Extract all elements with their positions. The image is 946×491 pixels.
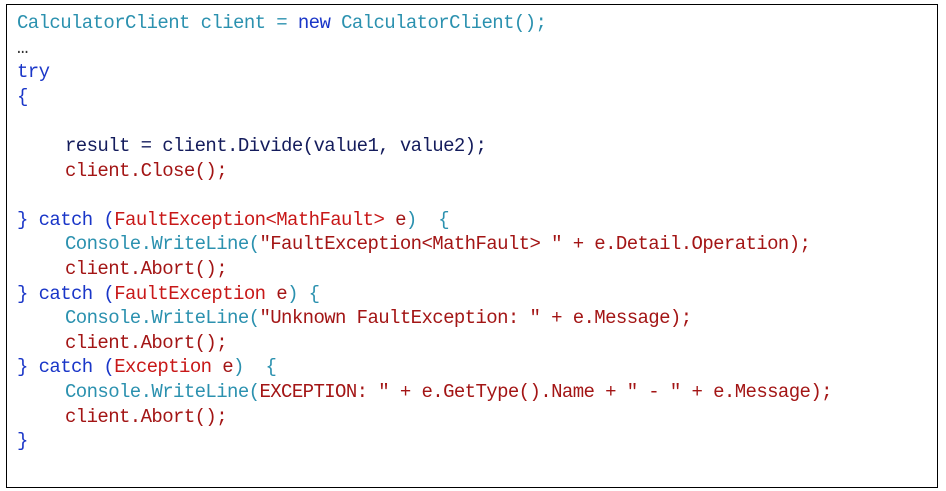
code-snippet-frame: CalculatorClient client = new Calculator… (6, 4, 938, 488)
code-token: Console.WriteLine( (65, 380, 260, 403)
code-token: EXCEPTION: " + e.GetType().Name + " - " … (259, 380, 832, 403)
code-token: client.Abort(); (65, 405, 228, 428)
code-block: CalculatorClient client = new Calculator… (17, 11, 833, 454)
code-line: client.Close(); (17, 159, 832, 184)
code-token: Exception (114, 356, 212, 379)
code-token: Console.WriteLine( (65, 233, 260, 256)
code-token: } catch ( (17, 356, 115, 379)
code-token: "FaultException<MathFault> " + e.Detail.… (259, 233, 811, 256)
code-line: Console.WriteLine("Unknown FaultExceptio… (17, 306, 832, 331)
code-line: } catch (Exception e) { (17, 355, 832, 380)
code-token: FaultException<MathFault> (114, 208, 385, 231)
code-line: } (17, 429, 832, 454)
code-token: ) { (405, 208, 450, 231)
code-token: client.Close(); (65, 159, 228, 182)
code-line: client.Abort(); (17, 331, 832, 356)
code-token: e (265, 282, 288, 305)
code-token: result = client.Divide(value1, value2); (65, 134, 487, 157)
code-line: Console.WriteLine("FaultException<MathFa… (17, 232, 832, 257)
code-token: CalculatorClient client = (17, 12, 298, 34)
code-token: ) { (287, 282, 320, 305)
code-line: client.Abort(); (17, 257, 832, 282)
code-token: client.Abort(); (65, 257, 228, 280)
code-token: } (17, 430, 28, 453)
code-line: CalculatorClient client = new Calculator… (17, 11, 832, 36)
code-token: client.Abort(); (65, 331, 228, 354)
code-token: FaultException (114, 282, 266, 305)
code-token: try (17, 61, 50, 84)
code-line: … (17, 36, 832, 61)
code-line: } catch (FaultException<MathFault> e) { (17, 208, 832, 233)
code-token: Console.WriteLine( (65, 307, 260, 330)
code-token: CalculatorClient(); (330, 12, 547, 34)
code-token: e (211, 356, 234, 379)
code-line: Console.WriteLine(EXCEPTION: " + e.GetTy… (17, 380, 833, 405)
code-line: try (17, 60, 832, 85)
code-token: { (17, 85, 28, 108)
code-line: { (17, 85, 832, 110)
code-line: result = client.Divide(value1, value2); (17, 134, 832, 159)
code-token: … (17, 36, 28, 59)
code-token: } catch ( (17, 282, 115, 305)
code-token: new (297, 12, 331, 34)
code-line: } catch (FaultException e) { (17, 282, 832, 307)
code-token: "Unknown FaultException: " + e.Message); (259, 307, 692, 330)
code-token: e (384, 208, 406, 231)
code-line: client.Abort(); (17, 405, 832, 430)
code-token: } catch ( (17, 208, 115, 231)
code-token: ) { (233, 356, 277, 379)
